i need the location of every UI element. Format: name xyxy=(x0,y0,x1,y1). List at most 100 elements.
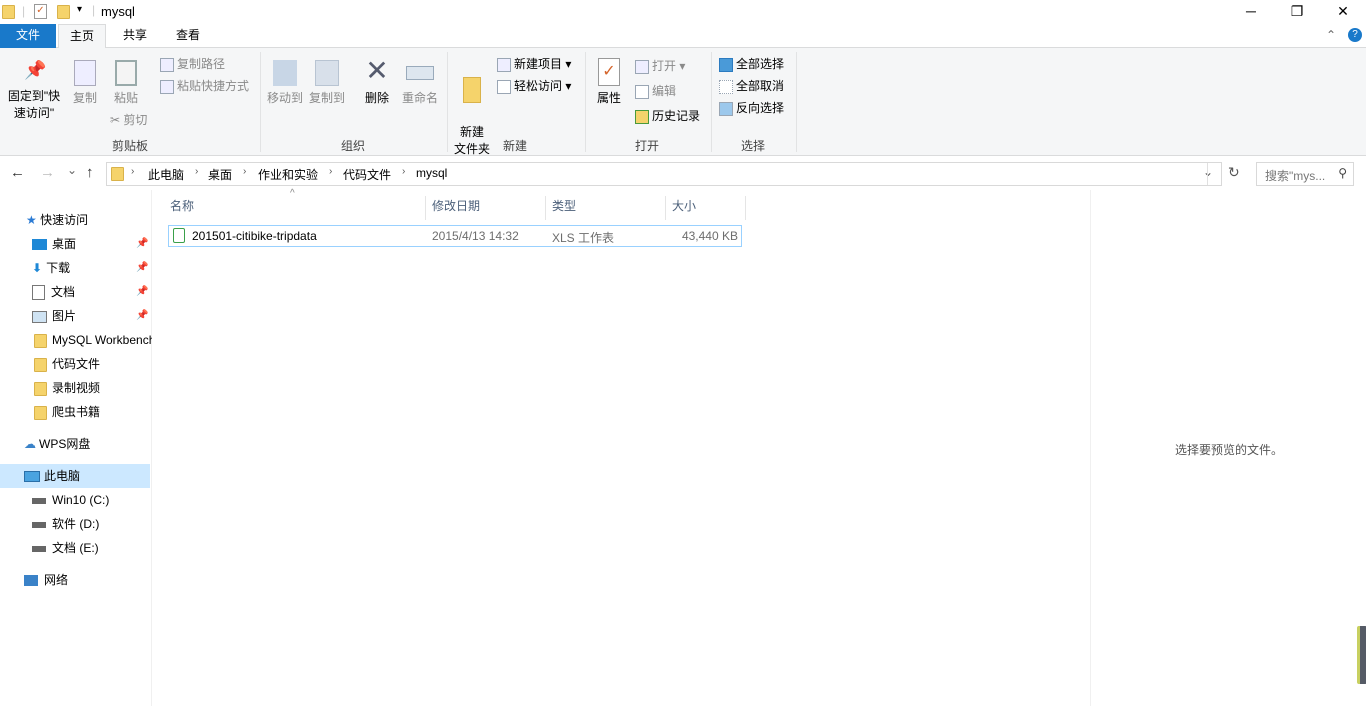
copy-path-button[interactable]: 复制路径 xyxy=(160,54,225,74)
easy-access-label: 轻松访问 ▾ xyxy=(514,79,572,93)
folder-icon xyxy=(34,333,47,348)
customize-toolbar-icon[interactable]: ▾ xyxy=(77,4,82,15)
document-icon xyxy=(32,285,45,301)
sidebar-item-drive-c[interactable]: Win10 (C:) xyxy=(32,488,109,512)
pin-quick-access-button[interactable]: 📌 固定到"快速访问" xyxy=(4,61,64,122)
properties-button[interactable]: ✓ 属性 xyxy=(592,58,626,107)
column-header-size[interactable]: 大小 xyxy=(666,196,746,220)
sidebar-item-mysql-workbench[interactable]: MySQL Workbench xyxy=(34,328,152,352)
desktop-icon xyxy=(32,239,47,251)
forward-button[interactable]: → xyxy=(40,164,55,181)
pin-icon[interactable]: 📌 xyxy=(136,232,148,256)
close-button[interactable]: ✕ xyxy=(1320,0,1366,24)
sidebar-item-desktop[interactable]: 桌面 📌 xyxy=(32,232,152,256)
clipboard-icon xyxy=(115,60,137,86)
breadcrumb-homework[interactable]: 作业和实验 xyxy=(258,166,318,183)
paste-button[interactable]: 粘贴 xyxy=(108,60,144,107)
cut-button[interactable]: ✂ 剪切 xyxy=(110,110,147,130)
sidebar-item-wps-cloud[interactable]: ☁ WPS网盘 xyxy=(24,432,90,456)
invert-selection-button[interactable]: 反向选择 xyxy=(719,98,784,118)
chevron-right-icon: › xyxy=(131,166,135,177)
column-header-type[interactable]: 类型 xyxy=(546,196,666,220)
breadcrumb-desktop[interactable]: 桌面 xyxy=(208,166,232,183)
address-dropdown-button[interactable]: ⌄ xyxy=(1203,165,1213,179)
sidebar-item-code-files[interactable]: 代码文件 xyxy=(34,352,100,376)
properties-quick-icon[interactable]: ✓ xyxy=(34,4,47,19)
pin-icon[interactable]: 📌 xyxy=(136,304,148,328)
move-to-button[interactable]: 移动到 xyxy=(266,60,304,107)
tab-file[interactable]: 文件 xyxy=(0,24,56,48)
breadcrumb-this-pc[interactable]: 此电脑 xyxy=(148,166,184,183)
sidebar-item-pictures[interactable]: 图片 📌 xyxy=(32,304,152,328)
sidebar-item-drive-e[interactable]: 文档 (E:) xyxy=(32,536,99,560)
address-bar[interactable]: › 此电脑 › 桌面 › 作业和实验 › 代码文件 › mysql ⌄ xyxy=(106,162,1222,186)
copy-icon xyxy=(74,60,96,86)
new-item-icon xyxy=(497,57,511,72)
copy-button[interactable]: 复制 xyxy=(68,60,102,107)
refresh-button[interactable]: ↻ xyxy=(1228,164,1240,181)
paste-shortcut-button[interactable]: 粘贴快捷方式 xyxy=(160,76,249,96)
breadcrumb-mysql[interactable]: mysql xyxy=(416,166,447,180)
column-header-modified[interactable]: 修改日期 xyxy=(426,196,546,220)
sidebar-item-label: 文档 (E:) xyxy=(52,541,99,555)
organize-group-label: 组织 xyxy=(340,139,365,153)
paste-shortcut-label: 粘贴快捷方式 xyxy=(177,79,250,93)
sidebar-item-quick-access[interactable]: ★ 快速访问 xyxy=(26,208,88,232)
sidebar-item-this-pc[interactable]: 此电脑 xyxy=(0,464,150,488)
help-icon[interactable]: ? xyxy=(1348,28,1362,42)
new-item-button[interactable]: 新建项目 ▾ xyxy=(497,54,571,74)
chevron-right-icon: › xyxy=(329,166,333,177)
back-button[interactable]: ← xyxy=(10,164,25,181)
select-all-button[interactable]: 全部选择 xyxy=(719,54,784,74)
search-input[interactable]: 搜索"mys... ⚲ xyxy=(1256,162,1354,186)
window-title: mysql xyxy=(101,4,135,19)
up-button[interactable]: ↑ xyxy=(86,164,94,181)
divider: | xyxy=(92,3,96,17)
rename-button[interactable]: 重命名 xyxy=(400,60,440,107)
file-row[interactable]: 201501-citibike-tripdata 2015/4/13 14:32… xyxy=(168,225,742,247)
easy-access-button[interactable]: 轻松访问 ▾ xyxy=(497,76,571,96)
pin-icon[interactable]: 📌 xyxy=(136,256,148,280)
cut-label: 剪切 xyxy=(123,113,148,127)
search-icon: ⚲ xyxy=(1338,166,1347,180)
maximize-button[interactable]: ❐ xyxy=(1274,0,1320,24)
sidebar-item-label: WPS网盘 xyxy=(39,437,91,451)
tab-home[interactable]: 主页 xyxy=(58,24,106,49)
delete-button[interactable]: ✕ 删除 xyxy=(360,56,394,107)
preview-message: 选择要预览的文件。 xyxy=(1175,443,1284,457)
recent-locations-button[interactable]: ⌄ xyxy=(67,163,77,177)
sidebar-item-label: 文档 xyxy=(51,285,76,299)
open-button[interactable]: 打开 ▾ xyxy=(635,56,685,76)
sidebar-item-recorded-videos[interactable]: 录制视频 xyxy=(34,376,100,400)
breadcrumb-code-files[interactable]: 代码文件 xyxy=(343,166,391,183)
select-all-label: 全部选择 xyxy=(736,57,785,71)
tab-share[interactable]: 共享 xyxy=(112,24,158,48)
preview-pane: 选择要预览的文件。 xyxy=(1090,190,1366,706)
new-folder-quick-icon[interactable] xyxy=(57,5,70,19)
sidebar-item-network[interactable]: 网络 xyxy=(24,568,68,592)
collapse-ribbon-icon[interactable]: ⌃ xyxy=(1326,28,1336,42)
tab-view[interactable]: 查看 xyxy=(164,24,212,48)
copy-to-button[interactable]: 复制到 xyxy=(308,60,346,107)
invert-selection-icon xyxy=(719,101,733,116)
open-label: 打开 ▾ xyxy=(652,59,686,73)
pin-icon[interactable]: 📌 xyxy=(136,280,148,304)
edit-button[interactable]: 编辑 xyxy=(635,81,676,101)
sidebar-item-documents[interactable]: 文档 📌 xyxy=(32,280,152,304)
minimize-button[interactable]: ─ xyxy=(1228,0,1274,24)
rename-label: 重命名 xyxy=(401,91,438,105)
chevron-right-icon: › xyxy=(243,166,247,177)
sidebar-item-label: 网络 xyxy=(44,573,69,587)
column-header-name[interactable]: 名称 xyxy=(164,196,426,220)
open-icon xyxy=(635,59,649,74)
file-modified: 2015/4/13 14:32 xyxy=(432,229,519,243)
sidebar-item-drive-d[interactable]: 软件 (D:) xyxy=(32,512,99,536)
history-button[interactable]: 历史记录 xyxy=(635,106,700,126)
select-none-button[interactable]: 全部取消 xyxy=(719,76,784,96)
folder-icon xyxy=(34,381,47,396)
pin-label: 固定到"快速访问" xyxy=(7,89,61,120)
sidebar-item-crawler-books[interactable]: 爬虫书籍 xyxy=(34,400,100,424)
sidebar-item-downloads[interactable]: ⬇ 下载 📌 xyxy=(32,256,152,280)
drive-icon xyxy=(32,497,46,504)
copy-label: 复制 xyxy=(72,91,97,105)
